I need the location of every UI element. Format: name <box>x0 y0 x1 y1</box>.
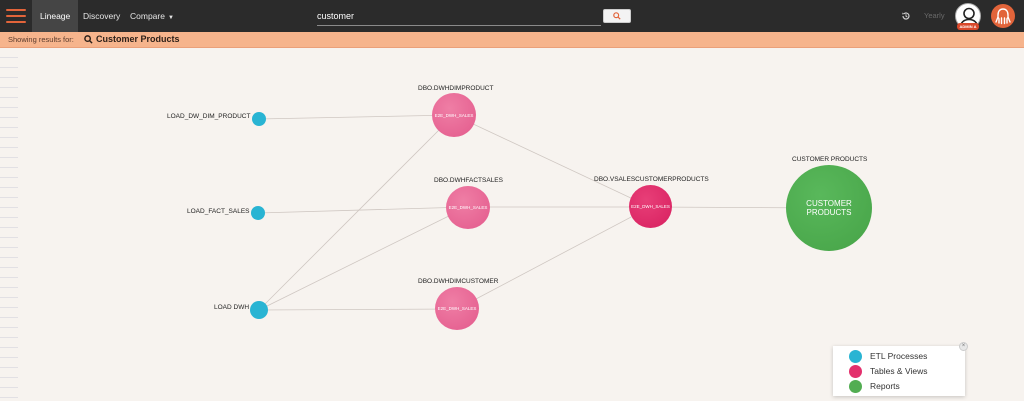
legend-item-reports: Reports <box>849 379 900 393</box>
node-label-load-dwh: LOAD DWH <box>214 304 250 311</box>
node-label-dwhdimproduct: DBO.DWHDIMPRODUCT <box>418 85 494 92</box>
etl-node-load-fact-sales[interactable] <box>251 206 265 220</box>
legend-label: ETL Processes <box>870 351 928 361</box>
table-node-dwhdimcustomer[interactable]: E2E_DWH_SALES <box>435 287 479 330</box>
legend-dot-etl <box>849 349 862 363</box>
node-label-dwhfactsales: DBO.DWHFACTSALES <box>434 177 503 184</box>
legend-dot-reports <box>849 379 862 393</box>
etl-node-load-dwh[interactable] <box>250 301 268 319</box>
results-label: Showing results for: <box>8 35 74 44</box>
legend-label: Reports <box>870 381 900 391</box>
edge-loaddwh-dimcustomer <box>258 308 458 311</box>
close-icon[interactable]: × <box>959 342 968 351</box>
etl-node-load-dw-dim-product[interactable] <box>252 112 266 126</box>
report-node-inner-label: CUSTOMER PRODUCTS <box>806 199 852 217</box>
hamburger-menu-icon[interactable] <box>6 9 26 23</box>
node-label-load-dw-dim-product: LOAD_DW_DIM_PRODUCT <box>167 113 251 120</box>
table-node-db-label: E2E_DWH_SALES <box>434 112 474 118</box>
node-label-load-fact-sales: LOAD_FACT_SALES <box>187 208 250 215</box>
top-navigation-bar: Lineage Discovery Compare▼ Yearly ADMIN … <box>0 0 1024 32</box>
table-node-db-label: E2E_DWH_SALES <box>631 204 670 209</box>
legend-item-tables: Tables & Views <box>849 364 927 378</box>
table-node-db-label: E2E_DWH_SALES <box>437 306 477 311</box>
node-label-vsalescustomerproducts: DBO.VSALESCUSTOMERPRODUCTS <box>594 176 709 183</box>
user-role-badge: ADMIN A <box>957 23 979 30</box>
search-field <box>317 6 601 26</box>
report-node-customer-products[interactable]: CUSTOMER PRODUCTS <box>786 165 872 251</box>
history-icon[interactable] <box>901 11 911 21</box>
table-node-vsalescustomerproducts[interactable]: E2E_DWH_SALES <box>629 185 672 228</box>
edge-loadfact-factsales <box>257 206 468 214</box>
tab-lineage[interactable]: Lineage <box>32 0 79 32</box>
legend-item-etl: ETL Processes <box>849 349 927 363</box>
table-node-dwhfactsales[interactable]: E2E_DWH_SALES <box>446 186 490 229</box>
table-node-dwhdimproduct[interactable]: E2E_DWH_SALES <box>432 93 476 137</box>
search-icon <box>613 12 621 20</box>
search-icon <box>84 35 93 44</box>
results-value: Customer Products <box>96 34 180 44</box>
edge-loaddwdim-dimproduct <box>258 114 455 120</box>
tab-discovery[interactable]: Discovery <box>75 0 128 32</box>
octopus-icon <box>995 8 1011 25</box>
tab-compare-label: Compare <box>130 11 165 21</box>
edge-loaddwh-factsales <box>258 206 468 311</box>
legend-dot-tables <box>849 364 862 378</box>
search-input[interactable] <box>317 6 601 26</box>
legend-panel: × ETL Processes Tables & Views Reports <box>833 342 968 396</box>
tab-discovery-label: Discovery <box>83 11 121 21</box>
chevron-down-icon: ▼ <box>167 15 174 21</box>
period-selector[interactable]: Yearly <box>924 11 945 20</box>
legend-label: Tables & Views <box>870 366 928 376</box>
tab-compare[interactable]: Compare ▼ <box>122 0 182 32</box>
edge-dimcustomer-vsales <box>456 206 651 310</box>
table-node-db-label: E2E_DWH_SALES <box>448 205 488 210</box>
node-label-customer-products: CUSTOMER PRODUCTS <box>792 156 868 163</box>
app-logo[interactable] <box>991 4 1015 28</box>
lineage-graph[interactable]: LOAD_DW_DIM_PRODUCT LOAD_FACT_SALES LOAD… <box>0 48 1024 401</box>
tab-lineage-label: Lineage <box>40 11 71 21</box>
results-bar: Showing results for: Customer Products <box>0 32 1024 48</box>
search-button[interactable] <box>603 9 631 23</box>
node-label-dwhdimcustomer: DBO.DWHDIMCUSTOMER <box>418 278 499 285</box>
